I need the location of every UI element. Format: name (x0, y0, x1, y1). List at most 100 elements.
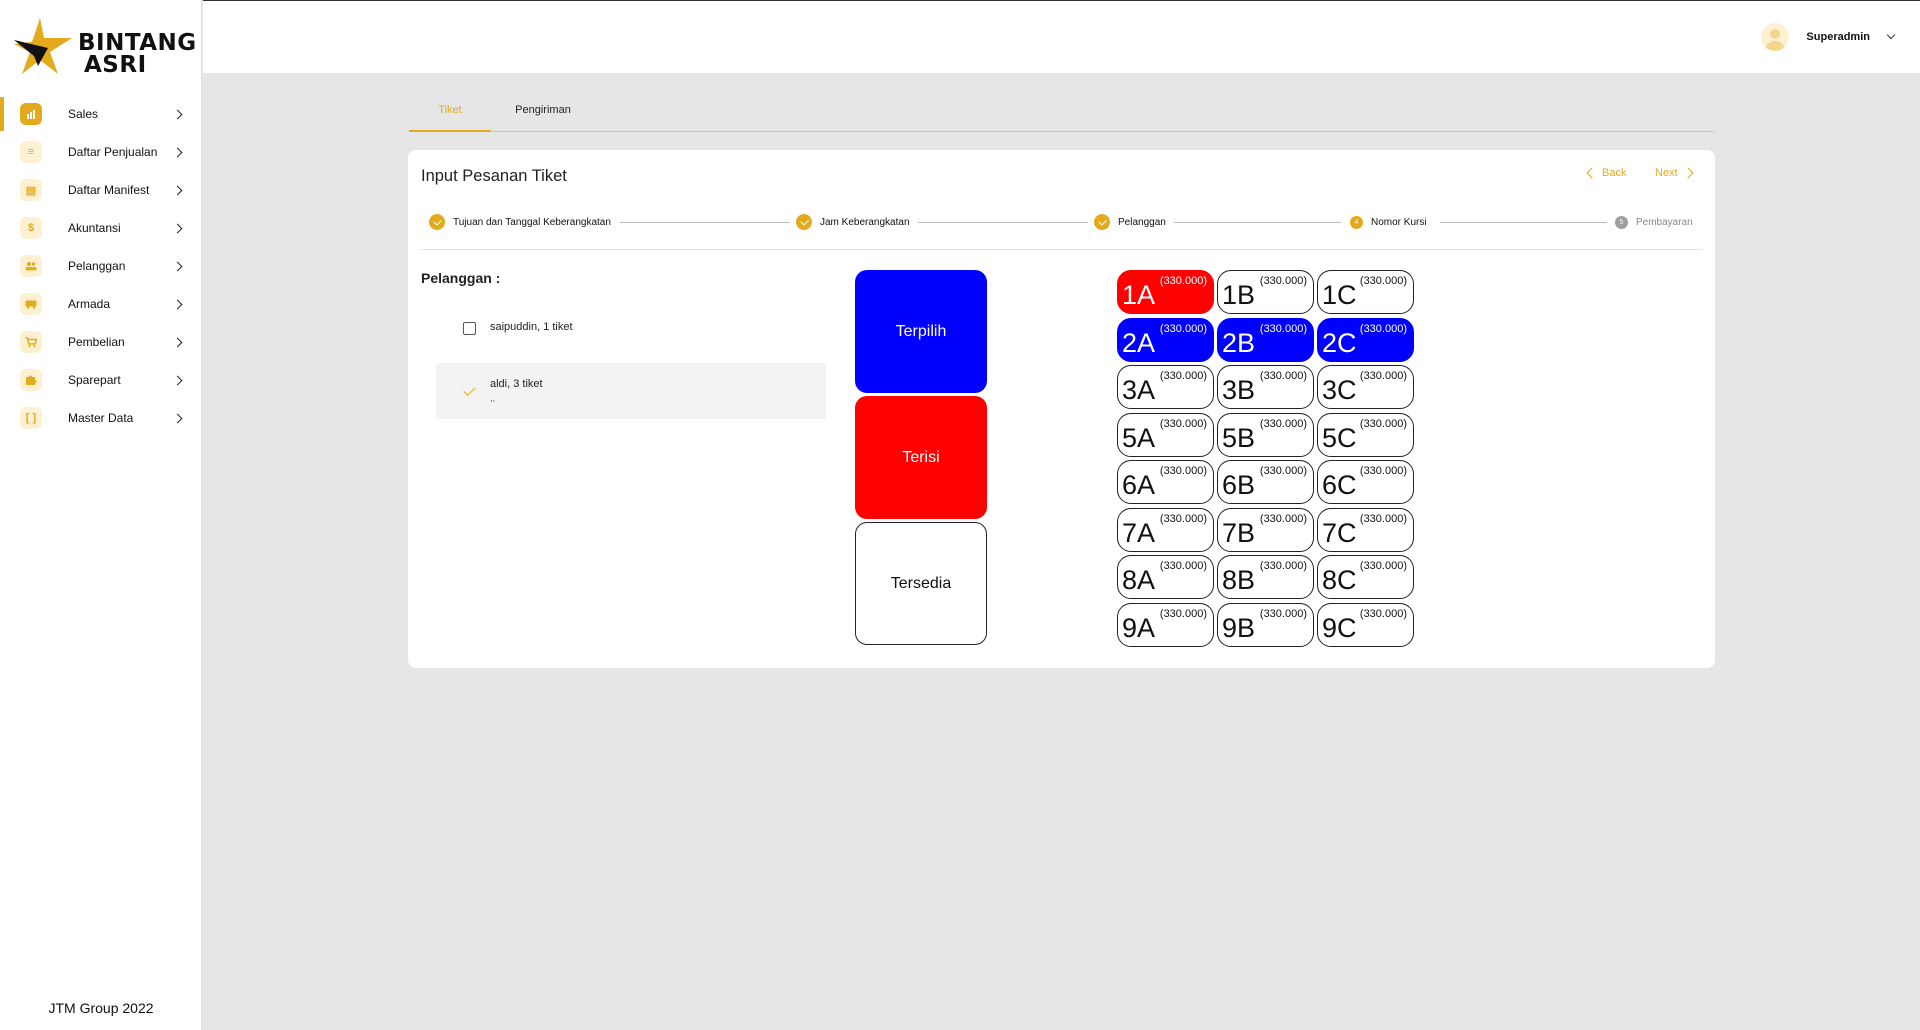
seat-3c[interactable]: 3C (330.000) (1317, 365, 1414, 409)
next-button[interactable]: Next (1655, 167, 1694, 179)
seat-5b[interactable]: 5B (330.000) (1217, 412, 1314, 457)
sidebar-item-label: Master Data (68, 411, 134, 425)
seat-8c[interactable]: 8C (330.000) (1317, 555, 1414, 599)
seat-2b[interactable]: 2B (330.000) (1217, 317, 1314, 362)
brand-logo[interactable]: BINTANG ASRI (14, 14, 196, 78)
people-icon (20, 255, 42, 277)
seat-9c[interactable]: 9C (330.000) (1317, 602, 1414, 647)
seat-3b[interactable]: 3B (330.000) (1217, 365, 1314, 409)
sidebar-item-sparepart[interactable]: Sparepart (0, 361, 202, 399)
step-label: Tujuan dan Tanggal Keberangkatan (453, 216, 611, 228)
sidebar-item-pelanggan[interactable]: Pelanggan (0, 247, 202, 285)
seat-6b[interactable]: 6B (330.000) (1217, 460, 1314, 504)
seat-2a[interactable]: 2A (330.000) (1117, 317, 1214, 362)
step-connector (620, 222, 790, 223)
seat-price: (330.000) (1359, 607, 1407, 620)
sidebar-item-pembelian[interactable]: Pembelian (0, 323, 202, 361)
checkbox-empty-icon (463, 322, 476, 335)
seat-1c[interactable]: 1C (330.000) (1317, 270, 1414, 314)
seat-9a[interactable]: 9A (330.000) (1117, 602, 1214, 647)
seat-code: 6B (1222, 470, 1256, 500)
tab-pengiriman[interactable]: Pengiriman (498, 96, 588, 132)
seat-1a: 1A (330.000) (1117, 270, 1214, 314)
seat-code: 7B (1222, 517, 1256, 548)
user-name: Superadmin (1806, 31, 1870, 43)
sidebar-item-daftar-penjualan[interactable]: ≡ Daftar Penjualan (0, 133, 202, 171)
seat-5c[interactable]: 5C (330.000) (1317, 412, 1414, 457)
sidebar-item-sales[interactable]: Sales (0, 95, 202, 133)
sidebar-item-akuntansi[interactable]: $ Akuntansi (0, 209, 202, 247)
clipboard-icon: ▤ (20, 179, 42, 201)
seat-code: 5C (1322, 422, 1357, 453)
seat-code: 5B (1222, 422, 1256, 453)
seat-code: 8A (1122, 565, 1156, 595)
seat-5a[interactable]: 5A (330.000) (1117, 412, 1214, 457)
seat-8b[interactable]: 8B (330.000) (1217, 555, 1314, 599)
seat-7a[interactable]: 7A (330.000) (1117, 507, 1214, 552)
seat-code: 2A (1122, 327, 1156, 358)
sidebar-item-armada[interactable]: Armada (0, 285, 202, 323)
seat-price: (330.000) (1159, 417, 1207, 430)
chevron-right-icon (172, 299, 183, 309)
seat-7b[interactable]: 7B (330.000) (1217, 507, 1314, 552)
seat-price: (330.000) (1159, 607, 1207, 620)
back-label: Back (1602, 167, 1627, 179)
check-circle-icon (429, 214, 445, 230)
seat-code: 7C (1322, 517, 1357, 548)
step-connector (1440, 222, 1607, 223)
back-button[interactable]: Back (1586, 167, 1627, 179)
step-connector (918, 222, 1088, 223)
user-menu[interactable]: Superadmin (1761, 23, 1896, 51)
check-icon (463, 383, 476, 397)
customer-sub: ,, (490, 393, 496, 403)
sidebar-item-master-data[interactable]: [ ] Master Data (0, 399, 202, 437)
chevron-left-icon (1586, 167, 1598, 179)
step-nomor-kursi: 4 Nomor Kursi (1350, 212, 1427, 232)
seat-price: (330.000) (1359, 275, 1407, 287)
customer-name: saipuddin, 1 tiket (490, 321, 573, 333)
seat-price: (330.000) (1259, 512, 1307, 525)
step-number: 5 (1615, 215, 1628, 229)
chevron-down-icon (1886, 30, 1896, 40)
seat-2c[interactable]: 2C (330.000) (1317, 317, 1414, 362)
seat-8a[interactable]: 8A (330.000) (1117, 555, 1214, 599)
sidebar-item-label: Daftar Penjualan (68, 145, 158, 159)
seat-6c[interactable]: 6C (330.000) (1317, 460, 1414, 504)
seat-code: 3A (1122, 375, 1156, 405)
customer-name: aldi, 3 tiket (490, 378, 543, 390)
customer-item[interactable]: saipuddin, 1 tiket (436, 300, 826, 356)
seat-code: 1B (1222, 280, 1256, 310)
seat-code: 8B (1222, 565, 1256, 595)
tab-tiket[interactable]: Tiket (409, 96, 491, 132)
legend-available: Tersedia (855, 522, 987, 645)
legend-selected: Terpilih (855, 270, 987, 393)
seat-price: (330.000) (1259, 275, 1307, 287)
chevron-right-icon (172, 147, 183, 157)
seat-price: (330.000) (1359, 417, 1407, 430)
sidebar-item-daftar-manifest[interactable]: ▤ Daftar Manifest (0, 171, 202, 209)
seat-code: 2C (1322, 327, 1357, 358)
step-connector (1174, 222, 1341, 223)
seat-code: 9C (1322, 612, 1357, 643)
chevron-right-icon (172, 413, 183, 423)
seat-code: 9B (1222, 612, 1256, 643)
step-label: Jam Keberangkatan (820, 216, 910, 228)
seat-code: 9A (1122, 612, 1156, 643)
seat-3a[interactable]: 3A (330.000) (1117, 365, 1214, 409)
bus-icon (20, 293, 42, 315)
seat-7c[interactable]: 7C (330.000) (1317, 507, 1414, 552)
sidebar-item-label: Daftar Manifest (68, 183, 150, 197)
seat-code: 2B (1222, 327, 1256, 358)
seat-1b[interactable]: 1B (330.000) (1217, 270, 1314, 314)
seat-price: (330.000) (1259, 322, 1307, 335)
seat-code: 7A (1122, 517, 1156, 548)
sidebar-item-label: Pelanggan (68, 259, 126, 273)
seat-price: (330.000) (1359, 465, 1407, 477)
sidebar-nav: Sales ≡ Daftar Penjualan ▤ Daftar Manife… (0, 95, 202, 437)
seat-9b[interactable]: 9B (330.000) (1217, 602, 1314, 647)
seat-6a[interactable]: 6A (330.000) (1117, 460, 1214, 504)
customer-item-selected[interactable]: aldi, 3 tiket ,, (436, 363, 826, 419)
sidebar: BINTANG ASRI Sales ≡ Daftar Penjualan ▤ … (0, 0, 202, 1030)
seat-price: (330.000) (1359, 370, 1407, 382)
stepper: Tujuan dan Tanggal Keberangkatan Jam Keb… (408, 212, 1715, 240)
